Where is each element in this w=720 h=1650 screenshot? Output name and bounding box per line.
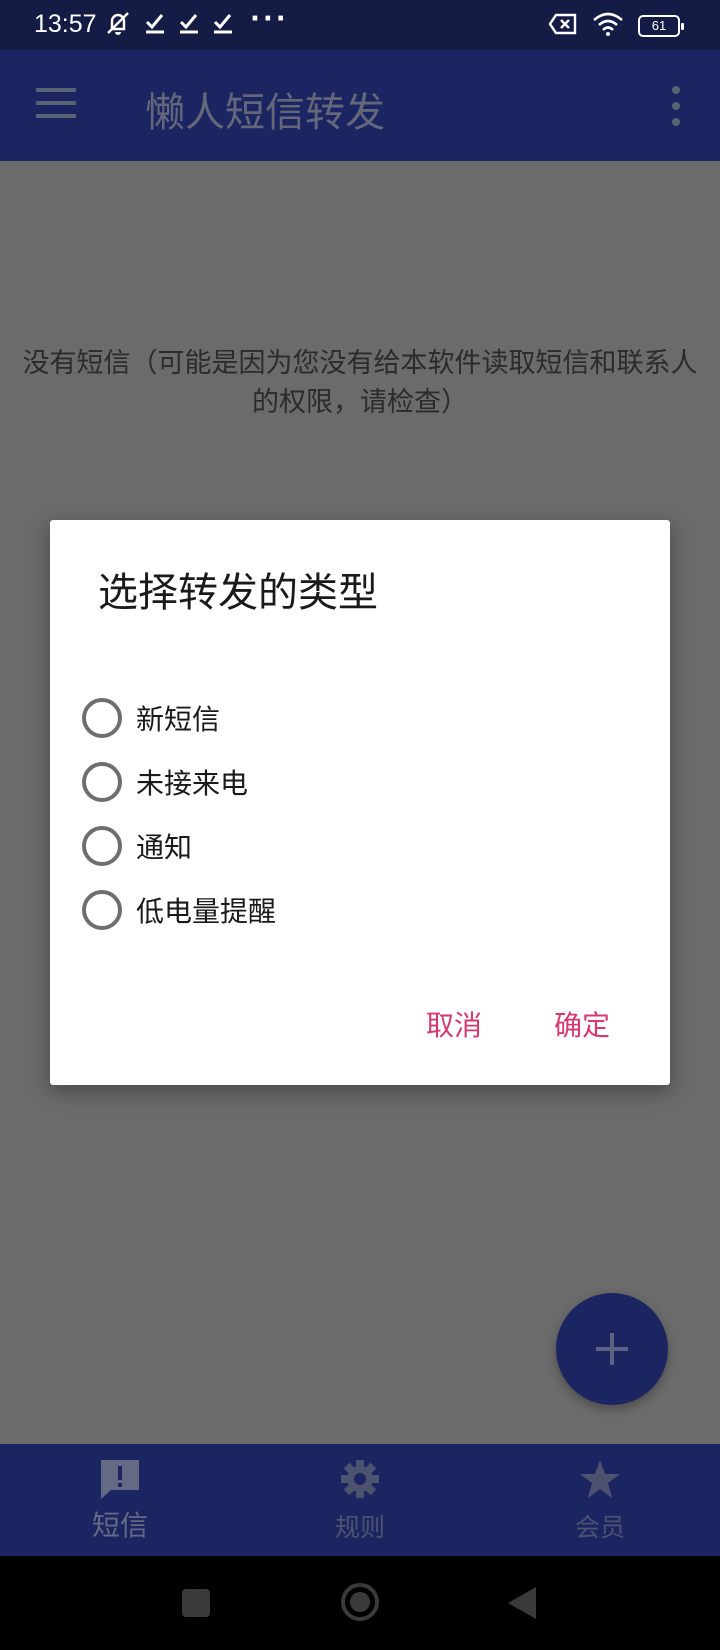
mute-icon (104, 10, 132, 36)
option-label: 低电量提醒 (136, 895, 277, 928)
radio-button[interactable] (82, 698, 122, 738)
check-icon (178, 12, 200, 34)
sim-error-icon (548, 13, 578, 39)
more-notifications-icon: ··· (250, 4, 289, 34)
radio-button[interactable] (82, 762, 122, 802)
app-bar: 懒人短信转发 (0, 50, 720, 161)
nav-item-sms[interactable]: 短信 (0, 1444, 240, 1556)
nav-label-sms: 短信 (91, 1509, 148, 1542)
nav-label-membership: 会员 (574, 1513, 625, 1542)
option-label: 通知 (136, 831, 193, 864)
status-right-icons: 61 (548, 12, 684, 40)
forward-type-dialog: 选择转发的类型 新短信 未接来电 通知 低电量提醒 取消 确定 (50, 520, 670, 1085)
check-icon (212, 12, 234, 34)
status-time: 13:57 (34, 10, 97, 38)
nav-item-rules[interactable]: 规则 (240, 1444, 480, 1556)
menu-icon[interactable] (36, 88, 76, 122)
message-alert-icon (101, 1460, 139, 1499)
option-notification[interactable]: 通知 (82, 824, 192, 868)
confirm-button[interactable]: 确定 (554, 1004, 610, 1044)
option-new-sms[interactable]: 新短信 (82, 696, 220, 740)
empty-message: 没有短信（可能是因为您没有给本软件读取短信和联系人的权限，请检查） (22, 348, 698, 418)
battery-icon: 61 (638, 15, 684, 37)
home-button[interactable] (341, 1583, 379, 1621)
wifi-icon (592, 12, 624, 40)
recent-apps-button[interactable] (182, 1589, 210, 1617)
dialog-title: 选择转发的类型 (98, 570, 378, 616)
nav-item-membership[interactable]: 会员 (480, 1444, 720, 1556)
status-icons (104, 10, 234, 36)
star-icon (580, 1460, 620, 1498)
bottom-navigation: 短信 规则 会员 (0, 1444, 720, 1556)
nav-label-rules: 规则 (334, 1513, 385, 1542)
option-missed-call[interactable]: 未接来电 (82, 760, 248, 804)
option-low-battery[interactable]: 低电量提醒 (82, 888, 276, 932)
add-button[interactable] (556, 1293, 668, 1405)
check-icon (144, 12, 166, 34)
back-button[interactable] (508, 1587, 536, 1619)
battery-level: 61 (651, 18, 667, 33)
option-label: 新短信 (136, 703, 221, 736)
status-bar: 13:57 ··· 61 (0, 0, 720, 50)
more-options-icon[interactable] (666, 86, 686, 126)
app-title: 懒人短信转发 (145, 90, 385, 136)
option-label: 未接来电 (136, 767, 249, 800)
radio-button[interactable] (82, 826, 122, 866)
radio-button[interactable] (82, 890, 122, 930)
cancel-button[interactable]: 取消 (426, 1004, 482, 1044)
gear-icon (341, 1460, 379, 1498)
system-navigation-bar (0, 1556, 720, 1650)
